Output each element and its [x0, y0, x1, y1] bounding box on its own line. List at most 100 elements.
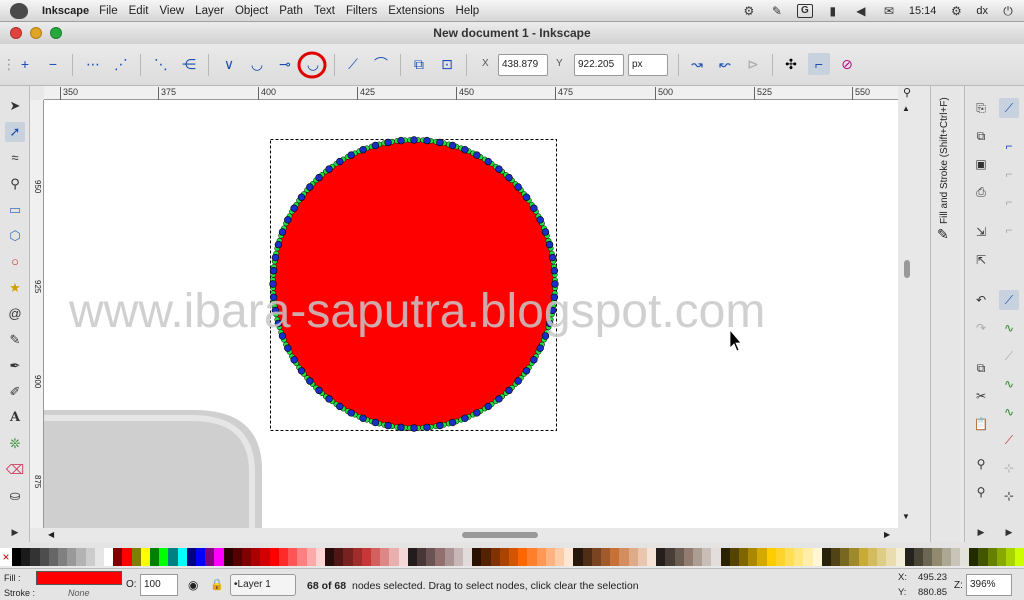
- palette-swatch[interactable]: [674, 548, 684, 566]
- palette-swatch[interactable]: [518, 548, 528, 566]
- power-icon[interactable]: ⏻: [1000, 4, 1016, 18]
- palette-swatch[interactable]: [794, 548, 804, 566]
- break-path-icon[interactable]: ⋰: [110, 53, 132, 75]
- palette-swatch[interactable]: [113, 548, 123, 566]
- palette-swatch[interactable]: [628, 548, 638, 566]
- insert-node-icon[interactable]: +: [14, 53, 36, 75]
- smooth-node-icon[interactable]: ◡: [246, 53, 268, 75]
- new-document-icon[interactable]: ⎘: [971, 98, 991, 118]
- paint-bucket-tool-icon[interactable]: ⛀: [5, 486, 25, 506]
- path-node[interactable]: [371, 418, 380, 427]
- node-tool-icon[interactable]: ➚: [5, 122, 25, 142]
- print-icon[interactable]: ⎙: [971, 182, 991, 202]
- palette-swatch[interactable]: [766, 548, 776, 566]
- symmetric-node-icon[interactable]: ⊸: [274, 53, 296, 75]
- path-node[interactable]: [484, 157, 492, 166]
- palette-swatch[interactable]: [923, 548, 933, 566]
- path-node[interactable]: [423, 136, 431, 145]
- menu-object[interactable]: Object: [235, 5, 268, 17]
- spray-tool-icon[interactable]: ❊: [5, 434, 25, 454]
- palette-swatch[interactable]: [232, 548, 243, 566]
- horizontal-scroll-thumb[interactable]: [462, 532, 538, 538]
- snap-bbox-midpoint-icon[interactable]: ⌐: [999, 220, 1019, 240]
- path-node[interactable]: [461, 146, 469, 154]
- more-tools-icon[interactable]: ▶: [5, 522, 25, 542]
- palette-swatch[interactable]: [757, 548, 767, 566]
- join-segment-icon[interactable]: ⋱: [150, 53, 172, 75]
- cut-icon[interactable]: ✂: [971, 386, 991, 406]
- palette-swatch[interactable]: [343, 548, 353, 566]
- palette-swatch[interactable]: [131, 548, 141, 566]
- menu-edit[interactable]: Edit: [129, 5, 149, 17]
- signal-icon[interactable]: ▮: [825, 4, 841, 18]
- volume-icon[interactable]: ◀: [853, 4, 869, 18]
- palette-swatch[interactable]: [140, 548, 151, 566]
- path-node[interactable]: [495, 165, 503, 173]
- path-node[interactable]: [514, 183, 522, 191]
- palette-swatch[interactable]: [334, 548, 344, 566]
- palette-swatch[interactable]: [545, 548, 555, 566]
- path-node[interactable]: [514, 377, 522, 385]
- palette-swatch[interactable]: [775, 548, 786, 566]
- path-node[interactable]: [384, 421, 392, 430]
- scroll-right-icon[interactable]: ▶: [884, 530, 890, 539]
- menu-view[interactable]: View: [159, 5, 184, 17]
- ellipse-tool-icon[interactable]: ○: [5, 252, 25, 272]
- palette-swatch[interactable]: [877, 548, 887, 566]
- path-node[interactable]: [536, 216, 544, 224]
- tweak-tool-icon[interactable]: ≈: [5, 148, 25, 168]
- palette-swatch[interactable]: [177, 548, 187, 566]
- path-node[interactable]: [269, 267, 278, 275]
- snap-toggle-icon[interactable]: ⟋: [999, 98, 1019, 118]
- 3d-box-tool-icon[interactable]: ⬡: [5, 226, 25, 246]
- clock[interactable]: 15:14: [909, 5, 937, 17]
- palette-swatch[interactable]: [987, 548, 997, 566]
- path-node[interactable]: [550, 267, 559, 275]
- palette-swatch[interactable]: [739, 548, 749, 566]
- menu-help[interactable]: Help: [456, 5, 480, 17]
- more-snap-icon[interactable]: ▶: [999, 522, 1019, 542]
- palette-swatch[interactable]: [214, 548, 224, 566]
- path-node[interactable]: [315, 386, 323, 395]
- horizontal-scrollbar[interactable]: ◀ ▶: [44, 528, 898, 542]
- palette-swatch[interactable]: [536, 548, 546, 566]
- user-name[interactable]: dx: [976, 5, 988, 17]
- visibility-icon[interactable]: ◉: [188, 578, 198, 592]
- pencil-tool-icon[interactable]: ✎: [5, 330, 25, 350]
- undo-icon[interactable]: ↶: [971, 290, 991, 310]
- palette-swatch[interactable]: [665, 548, 675, 566]
- y-coordinate-input[interactable]: 922.205: [574, 54, 624, 76]
- palette-swatch[interactable]: [361, 548, 371, 566]
- palette-swatch[interactable]: [67, 548, 77, 566]
- snap-intersections-icon[interactable]: ⟋: [999, 346, 1019, 366]
- palette-swatch[interactable]: [637, 548, 648, 566]
- palette-swatch[interactable]: [288, 548, 298, 566]
- path-node[interactable]: [359, 414, 367, 422]
- rectangle-tool-icon[interactable]: ▭: [5, 200, 25, 220]
- palette-swatch[interactable]: [950, 548, 960, 566]
- line-segment-icon[interactable]: ⟋: [342, 53, 364, 75]
- path-node[interactable]: [410, 424, 418, 432]
- fill-stroke-tab[interactable]: Fill and Stroke (Shift+Ctrl+F): [939, 92, 950, 224]
- path-node[interactable]: [347, 409, 355, 417]
- palette-swatch[interactable]: [904, 548, 914, 566]
- zoom-input[interactable]: 396%: [966, 574, 1012, 596]
- palette-swatch[interactable]: [508, 548, 519, 566]
- palette-swatch[interactable]: [785, 548, 795, 566]
- path-node[interactable]: [325, 395, 333, 403]
- pencil-icon[interactable]: ✎: [769, 4, 785, 18]
- vertical-scrollbar[interactable]: ▲ ▼: [898, 100, 916, 528]
- eraser-tool-icon[interactable]: ⌫: [5, 460, 25, 480]
- path-node[interactable]: [495, 395, 503, 403]
- opacity-input[interactable]: 100: [140, 574, 178, 596]
- palette-swatch[interactable]: [748, 548, 758, 566]
- menu-extensions[interactable]: Extensions: [388, 5, 444, 17]
- menu-layer[interactable]: Layer: [195, 5, 224, 17]
- path-node[interactable]: [505, 173, 513, 182]
- g-icon[interactable]: G: [796, 4, 813, 18]
- color-palette[interactable]: ×: [0, 548, 1024, 566]
- pen-tool-icon[interactable]: ✒: [5, 356, 25, 376]
- path-effect-icon[interactable]: ⊳: [742, 53, 764, 75]
- edit-mask-icon[interactable]: ↜: [714, 53, 736, 75]
- palette-swatch[interactable]: [426, 548, 436, 566]
